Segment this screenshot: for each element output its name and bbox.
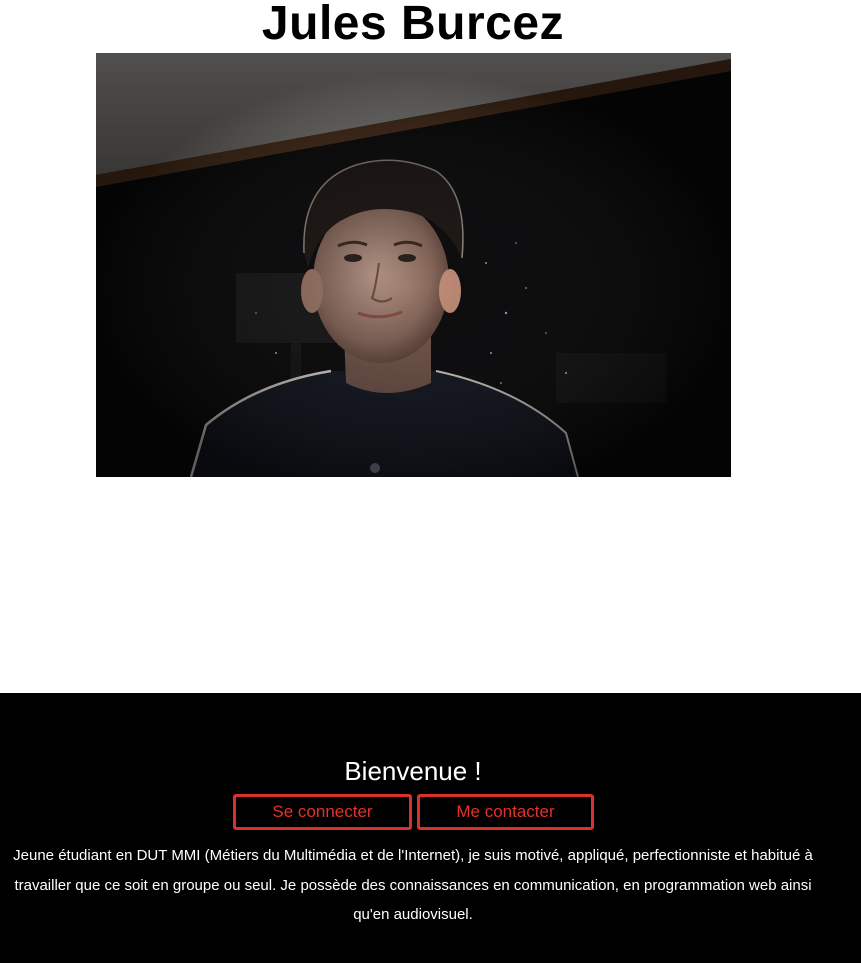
footer-section: Bienvenue ! Se connecter Me contacter Je…: [0, 693, 861, 963]
bio-text: Jeune étudiant en DUT MMI (Métiers du Mu…: [13, 847, 813, 923]
welcome-heading: Bienvenue !: [344, 756, 482, 786]
login-button[interactable]: Se connecter: [233, 794, 412, 830]
profile-photo: [96, 53, 731, 477]
page-title: Jules Burcez: [261, 0, 565, 50]
hero-section: Jules Burcez: [0, 0, 861, 693]
page: Jules Burcez Bienvenue ! Se connecter Me…: [0, 0, 861, 963]
contact-button[interactable]: Me contacter: [417, 794, 594, 830]
